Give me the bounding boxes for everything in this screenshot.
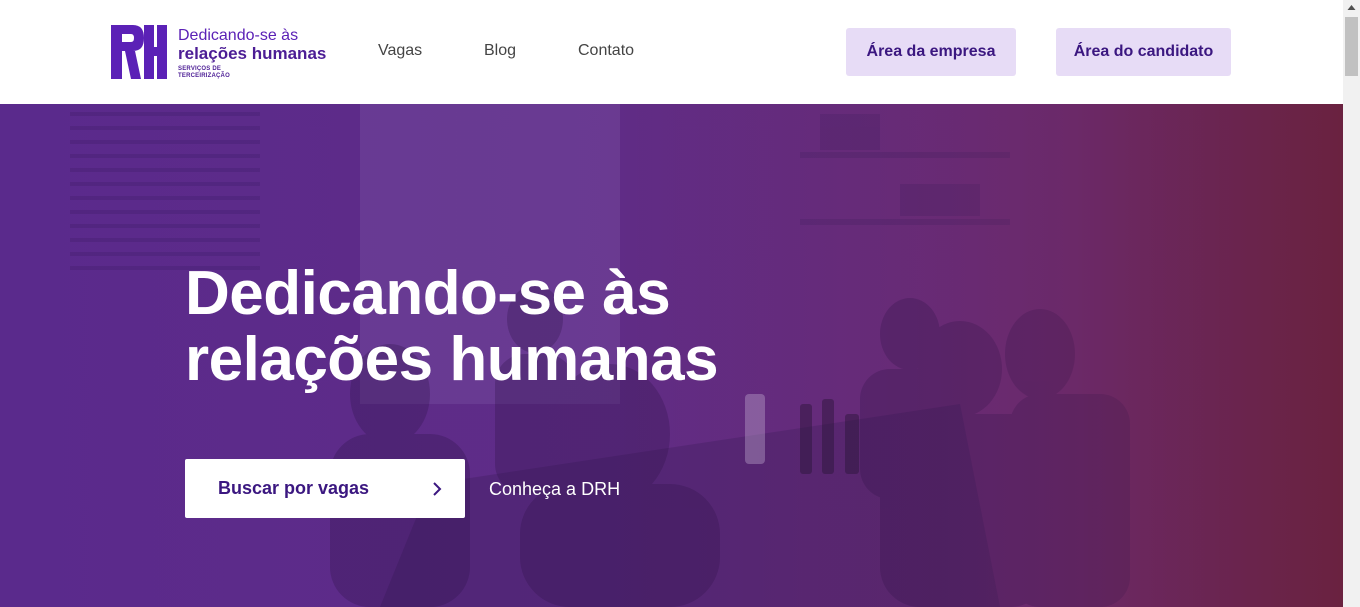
scroll-up-arrow-icon[interactable] <box>1343 0 1360 17</box>
vertical-scrollbar[interactable] <box>1343 0 1360 607</box>
nav-link-blog[interactable]: Blog <box>484 42 516 60</box>
logo-subtitle-line1: SERVIÇOS DE <box>178 66 222 72</box>
site-logo[interactable]: Dedicando-se às relações humanas SERVIÇO… <box>111 25 331 81</box>
scrollbar-thumb[interactable] <box>1345 17 1358 76</box>
logo-subtitle: SERVIÇOS DE TERCEIRIZAÇÃO <box>178 66 326 80</box>
page: Dedicando-se às relações humanas SERVIÇO… <box>0 0 1343 607</box>
logo-tagline-line1: Dedicando-se às <box>178 27 299 44</box>
buscar-vagas-button[interactable]: Buscar por vagas <box>185 459 465 518</box>
logo-tagline-line2: relações humanas <box>178 44 327 63</box>
site-header: Dedicando-se às relações humanas SERVIÇO… <box>0 0 1343 104</box>
hero-title: Dedicando-se às relações humanas <box>185 261 885 393</box>
hero-title-line2: relações humanas <box>185 325 719 394</box>
buscar-vagas-label: Buscar por vagas <box>218 478 370 498</box>
logo-subtitle-line2: TERCEIRIZAÇÃO <box>178 73 230 79</box>
hero-section: Dedicando-se às relações humanas Buscar … <box>0 104 1343 607</box>
area-empresa-button[interactable]: Área da empresa <box>846 28 1016 76</box>
rh-logo-mark-icon <box>111 25 167 79</box>
chevron-right-icon <box>433 481 442 496</box>
nav-link-contato[interactable]: Contato <box>578 42 634 60</box>
area-candidato-button[interactable]: Área do candidato <box>1056 28 1231 76</box>
logo-text: Dedicando-se às relações humanas SERVIÇO… <box>178 27 326 80</box>
hero-title-line1: Dedicando-se às <box>185 259 671 328</box>
conheca-drh-link[interactable]: Conheça a DRH <box>489 479 620 500</box>
nav-link-vagas[interactable]: Vagas <box>378 42 422 60</box>
